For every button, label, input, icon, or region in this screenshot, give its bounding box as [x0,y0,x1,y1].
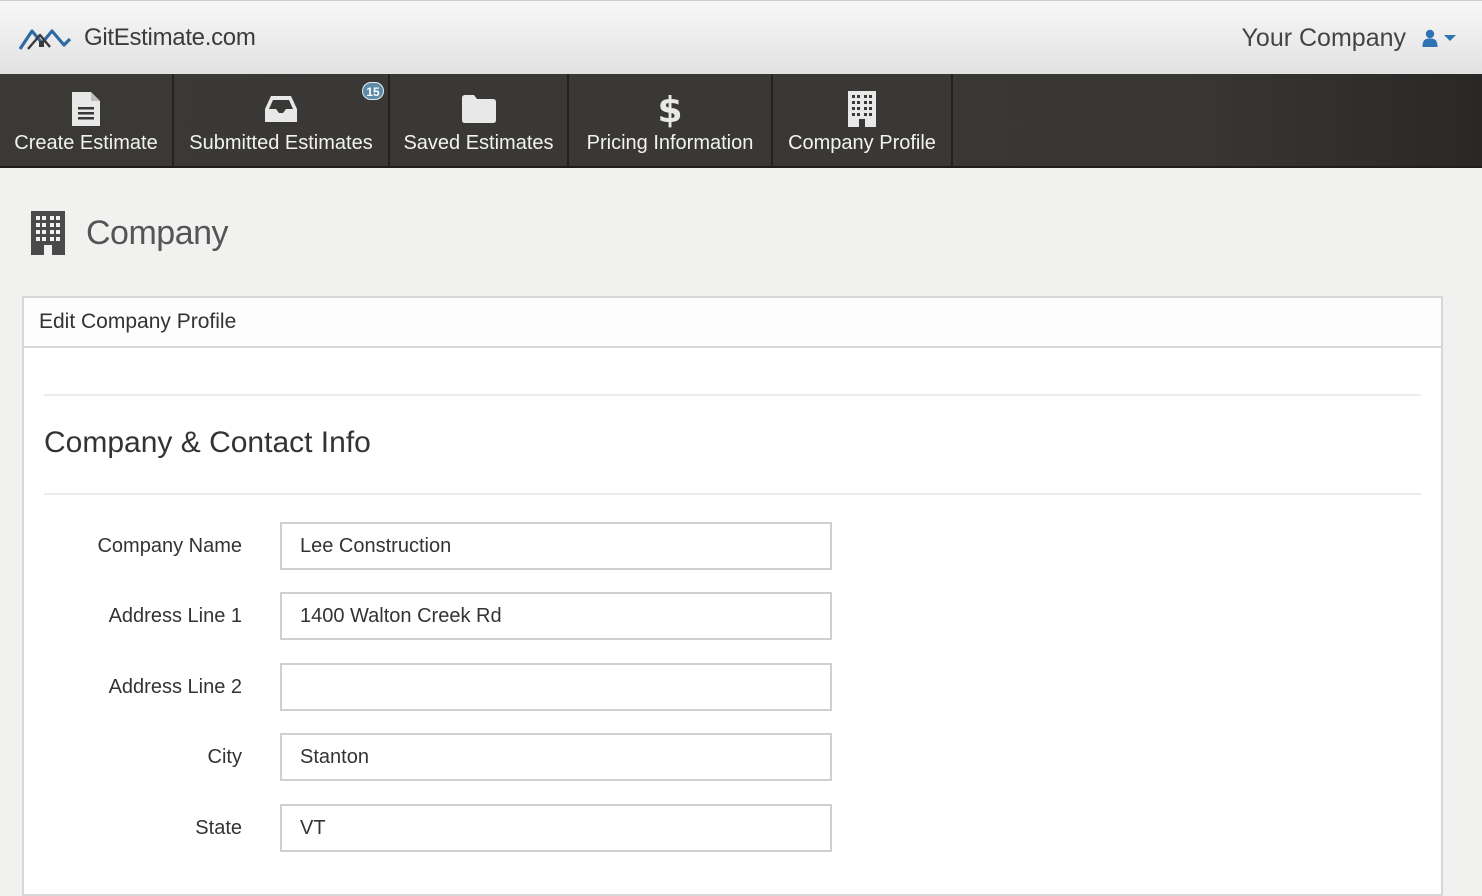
address-line-2-input[interactable] [280,663,832,711]
nav-create-estimate[interactable]: Create Estimate [0,74,174,166]
panel-header: Edit Company Profile [24,298,1441,348]
form-row-state: State [24,804,924,852]
nav-pricing-information[interactable]: $ Pricing Information [569,74,773,166]
top-header: GitEstimate.com Your Company [0,0,1482,74]
city-input[interactable] [280,733,832,781]
main-nav: Create Estimate Submitted Estimates 15 S… [0,74,1482,168]
folder-icon [461,90,497,128]
page-heading: Company [30,208,229,258]
nav-label: Company Profile [788,132,936,154]
nav-label: Create Estimate [14,132,158,154]
user-menu-button[interactable] [1422,29,1456,47]
nav-label: Pricing Information [586,132,754,154]
svg-text:$: $ [658,90,682,128]
nav-saved-estimates[interactable]: Saved Estimates [390,74,569,166]
company-label: Your Company [1241,23,1406,52]
nav-label: Saved Estimates [403,132,554,154]
page-title: Company [86,213,229,252]
building-icon [31,211,65,255]
form-row-address-line-2: Address Line 2 [24,663,924,711]
logo-text: GitEstimate.com [84,24,256,51]
form-row-address-line-1: Address Line 1 [24,592,924,640]
form-row-city: City [24,733,924,781]
divider [44,493,1421,495]
edit-profile-panel: Edit Company Profile Company & Contact I… [22,296,1443,896]
caret-down-icon [1444,35,1456,41]
user-icon [1422,29,1438,47]
field-label: Address Line 2 [108,676,242,698]
user-area: Your Company [1242,21,1456,55]
notification-badge: 15 [362,82,384,100]
field-label: Address Line 1 [108,605,242,627]
dollar-icon: $ [658,90,682,128]
house-logo-icon [18,29,72,50]
nav-label: Submitted Estimates [189,132,373,154]
inbox-icon [264,90,298,128]
logo[interactable]: GitEstimate.com [18,23,256,53]
field-label: Company Name [97,535,242,557]
divider [44,394,1421,396]
section-title: Company & Contact Info [44,426,371,459]
building-icon [847,90,877,128]
field-label: City [207,746,242,768]
address-line-1-input[interactable] [280,592,832,640]
company-name-input[interactable] [280,522,832,570]
field-label: State [195,817,242,839]
nav-company-profile[interactable]: Company Profile [773,74,953,166]
nav-submitted-estimates[interactable]: Submitted Estimates 15 [174,74,390,166]
form-row-company-name: Company Name [24,522,924,570]
state-input[interactable] [280,804,832,852]
file-icon [71,90,101,128]
